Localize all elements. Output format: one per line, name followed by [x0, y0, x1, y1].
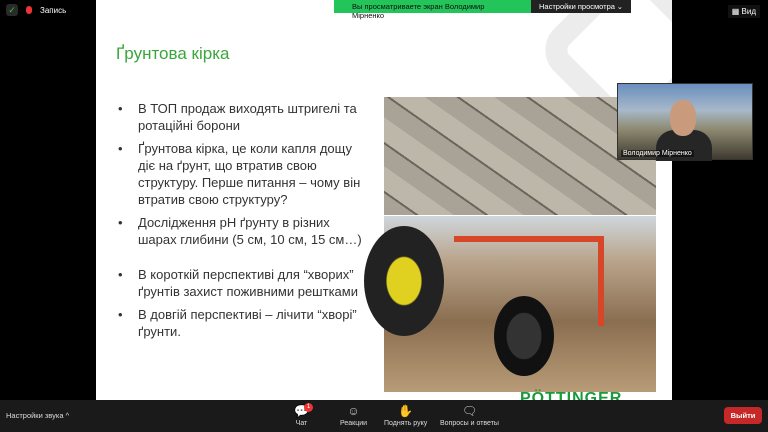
- view-settings-label: Настройки просмотра: [539, 2, 615, 11]
- chat-badge: 1: [304, 403, 313, 412]
- qa-label: Вопросы и ответы: [440, 420, 499, 427]
- raise-hand-button[interactable]: ✋ Поднять руку: [384, 403, 427, 427]
- qa-icon: 🗨: [461, 404, 478, 418]
- chevron-up-icon: ^: [65, 411, 70, 420]
- roller: [494, 296, 554, 376]
- audio-settings-label: Настройки звука: [6, 411, 64, 420]
- leave-button[interactable]: Выйти: [724, 407, 762, 424]
- reactions-label: Реакции: [340, 420, 368, 427]
- chat-button[interactable]: 💬 1 Чат: [294, 403, 313, 427]
- record-label: Запись: [40, 5, 67, 15]
- participant-face: [670, 100, 696, 136]
- chat-label: Чат: [295, 420, 308, 427]
- bullet: Дослідження pH ґрунту в різних шарах гли…: [116, 214, 366, 248]
- bullet: В ТОП продаж виходять штригелі та ротаці…: [116, 100, 366, 134]
- slide-title: Ґрунтова кірка: [116, 44, 230, 63]
- shared-screen-slide: Ґрунтова кірка В ТОП продаж виходять штр…: [96, 0, 672, 400]
- smiley-icon: ☺: [347, 404, 360, 418]
- chevron-down-icon: ⌄: [616, 2, 623, 11]
- bullet: В короткій перспективі для “хворих” ґрун…: [116, 266, 366, 300]
- tractor-harrow-image: [364, 216, 656, 392]
- screen-share-banner: Вы просматриваете экран Володимир Мірнен…: [334, 0, 631, 20]
- shield-icon[interactable]: ✓: [6, 4, 18, 16]
- bullet-list: В ТОП продаж виходять штригелі та ротаці…: [116, 100, 366, 346]
- bullet: Ґрунтова кірка, це коли капля дощу діє н…: [116, 140, 366, 208]
- participant-video[interactable]: Володимир Мірненко: [617, 83, 753, 161]
- cracked-soil-image: [384, 97, 656, 215]
- bullet: В довгій перспективі – лічити “хворі” ґр…: [116, 306, 366, 340]
- hand-icon: ✋: [398, 404, 414, 418]
- view-label: Вид: [741, 7, 756, 16]
- banner-text: Вы просматриваете экран Володимир Мірнен…: [334, 0, 531, 20]
- meeting-status: ✓ Запись: [6, 4, 66, 16]
- meeting-toolbar: Настройки звука ^ 💬 1 Чат ☺ Реакции ✋ Поднят…: [0, 400, 768, 432]
- raise-hand-label: Поднять руку: [384, 420, 428, 427]
- audio-settings-button[interactable]: Настройки звука ^: [6, 411, 69, 420]
- record-icon: [26, 6, 32, 14]
- pottinger-logo: PÖTTINGER: [520, 390, 623, 401]
- view-button[interactable]: ▦ Вид: [727, 5, 760, 18]
- reactions-button[interactable]: ☺ Реакции: [340, 403, 367, 427]
- grid-icon: ▦: [731, 7, 742, 16]
- tractor-wheel: [364, 226, 444, 336]
- qa-button[interactable]: 🗨 Вопросы и ответы: [440, 403, 499, 427]
- participant-name: Володимир Мірненко: [621, 150, 694, 157]
- view-settings-button[interactable]: Настройки просмотра ⌄: [531, 0, 631, 13]
